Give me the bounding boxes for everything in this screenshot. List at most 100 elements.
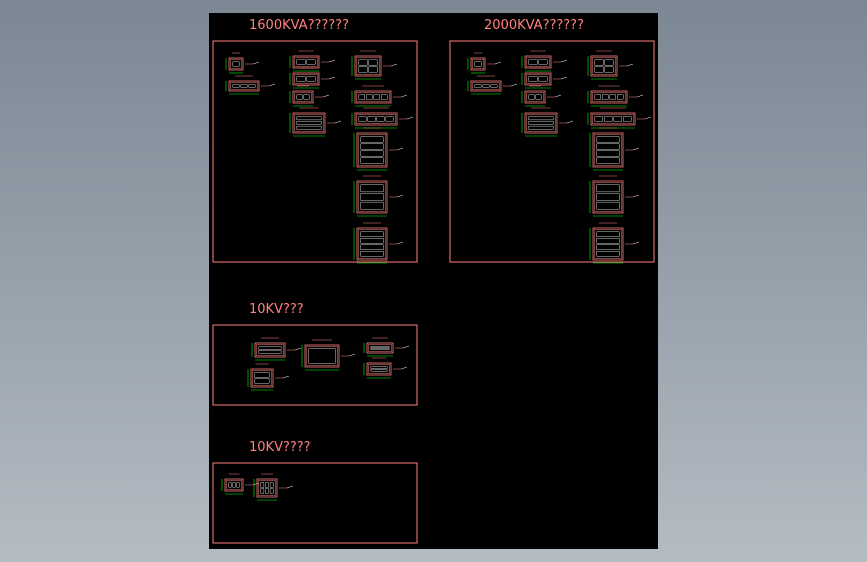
section-title-1600kva: 1600KVA?????? [249, 18, 349, 33]
device-cell-1 [232, 84, 240, 88]
device-cell-30 [265, 488, 269, 494]
device-outline-22 [592, 180, 624, 214]
panel-frame-10kv-a [212, 324, 418, 406]
device-cell-12 [474, 61, 482, 67]
device-inner-15 [526, 74, 550, 84]
device-inner-13 [472, 82, 500, 90]
leader-tag-15 [560, 76, 568, 80]
device-cell-18 [604, 66, 614, 73]
device-outline-12 [470, 57, 486, 71]
device-cell-20 [623, 116, 632, 122]
leader-tag-19 [636, 94, 644, 98]
leader-tag-23 [632, 241, 640, 245]
device-cell-8 [358, 116, 367, 122]
device-cell-19 [602, 94, 609, 100]
device-cell-9 [360, 136, 384, 143]
device-outline-24 [254, 342, 286, 358]
device-cell-22 [596, 201, 620, 210]
device-outline-18 [590, 55, 618, 77]
device-inner-27 [368, 364, 390, 374]
cad-drawing: 1600KVA?????? 2000KVA?????? 10KV??? 10KV… [212, 18, 655, 544]
device-cell-8 [367, 116, 376, 122]
device-cell-14 [538, 59, 548, 65]
leader-tag-1 [268, 83, 276, 87]
device-cell-28 [254, 378, 270, 384]
device-outline-8 [354, 112, 398, 126]
device-cell-5 [296, 125, 322, 130]
device-outline-25 [304, 344, 340, 368]
leader-tag-0 [252, 61, 260, 65]
device-cell-2 [306, 59, 316, 65]
device-inner-26 [368, 344, 392, 352]
device-inner-8 [356, 114, 396, 124]
device-inner-20 [592, 114, 634, 124]
device-cell-8 [376, 116, 385, 122]
leader-tag-7 [400, 94, 408, 98]
device-inner-1 [230, 82, 258, 90]
device-cell-23 [596, 231, 620, 237]
device-cell-30 [269, 482, 274, 488]
device-cell-25 [308, 348, 336, 364]
device-cell-10 [360, 193, 384, 201]
device-inner-2 [294, 57, 318, 67]
device-cell-3 [306, 76, 316, 82]
leader-tag-8 [406, 116, 414, 120]
device-outline-0 [228, 57, 244, 71]
device-cell-17 [528, 125, 554, 130]
device-cell-21 [596, 150, 620, 157]
device-inner-17 [526, 114, 556, 132]
device-cell-30 [260, 482, 265, 488]
device-cell-6 [368, 59, 378, 66]
device-cell-27 [370, 366, 388, 369]
device-cell-11 [360, 251, 384, 257]
device-inner-5 [294, 114, 324, 132]
device-cell-14 [528, 59, 538, 65]
leader-tag-12 [494, 61, 502, 65]
leader-tag-3 [328, 76, 336, 80]
device-cell-23 [596, 244, 620, 250]
device-cell-5 [296, 116, 322, 121]
device-cell-10 [360, 184, 384, 193]
device-inner-24 [256, 344, 284, 356]
leader-tag-27 [400, 366, 408, 370]
device-cell-17 [528, 116, 554, 121]
device-inner-12 [472, 59, 484, 69]
leader-tag-16 [554, 94, 562, 98]
leader-tag-24 [294, 347, 302, 351]
device-cell-22 [596, 193, 620, 201]
device-cell-29 [236, 482, 240, 488]
device-cell-5 [296, 121, 322, 125]
device-cell-26 [370, 348, 390, 350]
device-inner-3 [294, 74, 318, 84]
device-inner-6 [356, 57, 380, 75]
device-outline-11 [356, 227, 388, 261]
device-inner-14 [526, 57, 550, 67]
device-outline-20 [590, 112, 636, 126]
cad-viewport[interactable]: 1600KVA?????? 2000KVA?????? 10KV??? 10KV… [209, 13, 658, 549]
panel-frame-10kv-b [212, 462, 418, 544]
device-cell-20 [604, 116, 613, 122]
device-inner-22 [594, 182, 622, 212]
device-cell-3 [296, 76, 306, 82]
device-cell-20 [594, 116, 603, 122]
device-cell-22 [596, 184, 620, 193]
leader-tag-13 [510, 83, 518, 87]
device-cell-15 [538, 76, 548, 82]
section-title-2000kva: 2000KVA?????? [484, 18, 584, 33]
leader-tag-25 [348, 353, 356, 357]
device-cell-7 [381, 94, 388, 100]
device-cell-23 [596, 238, 620, 244]
device-cell-13 [474, 84, 482, 88]
device-cell-11 [360, 231, 384, 237]
device-cell-30 [265, 482, 269, 488]
leader-tag-5 [334, 120, 342, 124]
leader-tag-28 [282, 375, 290, 379]
device-inner-23 [594, 229, 622, 259]
device-outline-4 [292, 90, 314, 104]
device-inner-21 [594, 134, 622, 166]
device-outline-17 [524, 112, 558, 134]
device-cell-11 [360, 238, 384, 244]
device-inner-19 [592, 92, 626, 102]
device-outline-10 [356, 180, 388, 214]
device-cell-20 [613, 116, 622, 122]
